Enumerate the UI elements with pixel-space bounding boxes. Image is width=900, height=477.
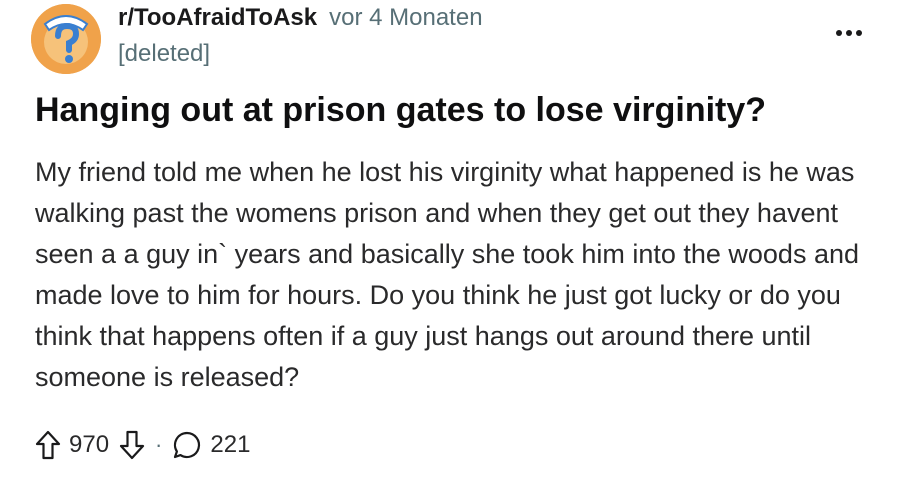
post-actions: 970 · 221 <box>35 425 260 465</box>
separator-dot: · <box>155 432 163 457</box>
post-body: My friend told me when he lost his virgi… <box>35 157 859 392</box>
post-age: vor 4 Monaten <box>329 4 483 31</box>
more-options-icon <box>846 30 852 36</box>
comment-bubble-icon <box>174 431 201 459</box>
more-options-icon <box>836 30 842 36</box>
downvote-button[interactable] <box>119 430 145 460</box>
subreddit-avatar[interactable] <box>31 4 101 74</box>
post-meta: r/TooAfraidToAsk vor 4 Monaten <box>118 4 483 32</box>
comment-count: 221 <box>210 431 251 458</box>
more-options-button[interactable] <box>836 28 862 38</box>
question-mark-avatar-icon <box>31 4 101 74</box>
comments-button[interactable]: 221 <box>172 430 260 460</box>
more-options-icon <box>856 30 862 36</box>
post-author[interactable]: [deleted] <box>118 40 210 68</box>
downvote-arrow-icon <box>119 430 145 460</box>
upvote-button[interactable] <box>35 430 61 460</box>
subreddit-name[interactable]: r/TooAfraidToAsk <box>118 4 317 31</box>
upvote-count: 970 <box>69 431 110 458</box>
upvote-arrow-icon <box>35 430 61 460</box>
post-title[interactable]: Hanging out at prison gates to lose virg… <box>35 88 875 132</box>
